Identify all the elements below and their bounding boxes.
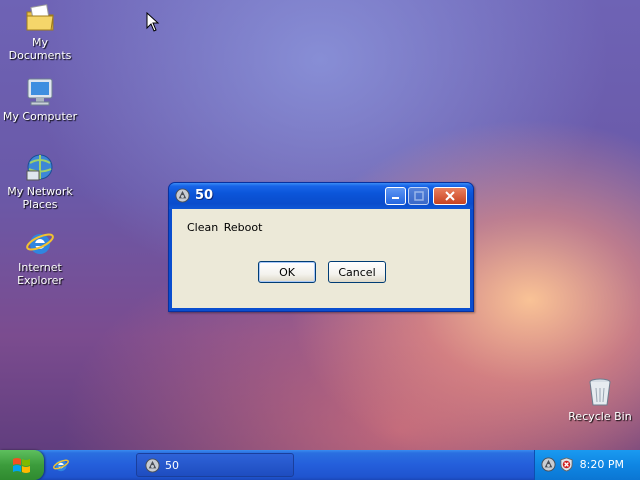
close-icon [445,191,455,201]
my-computer-icon [27,78,53,106]
dialog-body: Clean Reboot OK Cancel [172,209,470,308]
windows-logo-icon [13,458,30,473]
message-dialog: 50 Clean Reboot OK Cancel [168,182,474,312]
desktop-icon-internet-explorer[interactable]: Internet Explorer [0,227,80,287]
close-button[interactable] [433,187,467,205]
desktop-icon-recycle-bin[interactable]: Recycle Bin [560,376,640,423]
taskbar-clock[interactable]: 8:20 PM [580,458,624,471]
taskbar-window-button[interactable]: 50 [136,453,294,477]
network-places-icon [26,154,53,181]
desktop-icon-label: My Computer [2,110,78,123]
dialog-titlebar[interactable]: 50 [169,183,473,209]
recycle-bin-icon [589,378,611,406]
dialog-title: 50 [195,188,214,203]
start-button[interactable] [0,450,44,480]
minimize-button[interactable] [385,187,406,205]
desktop-icon-my-documents[interactable]: My Documents [0,2,80,62]
desktop-icon-label: Internet Explorer [17,261,63,287]
desktop: My Documents My Computer My Network Plac… [0,0,640,480]
cancel-button[interactable]: Cancel [328,261,386,283]
my-documents-folder-icon [26,4,54,31]
quick-launch-internet-explorer-icon[interactable] [52,456,70,474]
desktop-icon-label: My Documents [8,36,72,62]
maximize-button [408,187,429,205]
tray-app-icon[interactable] [541,457,556,472]
desktop-icon-my-computer[interactable]: My Computer [0,76,80,123]
desktop-icon-label: My Network Places [7,185,73,211]
dialog-message: Clean Reboot [187,221,263,234]
minimize-icon [391,197,399,199]
tray-security-alert-icon[interactable] [559,457,574,472]
mouse-pointer-icon [146,12,160,32]
desktop-icon-network-places[interactable]: My Network Places [0,151,80,211]
app-icon [175,188,190,203]
maximize-icon [413,191,424,201]
desktop-icon-label: Recycle Bin [568,410,632,423]
system-tray: 8:20 PM [534,450,640,480]
internet-explorer-icon [26,233,54,254]
ok-button[interactable]: OK [258,261,316,283]
taskbar-window-label: 50 [165,459,179,472]
taskbar: 50 8:20 PM [0,450,640,480]
app-icon [145,458,160,473]
